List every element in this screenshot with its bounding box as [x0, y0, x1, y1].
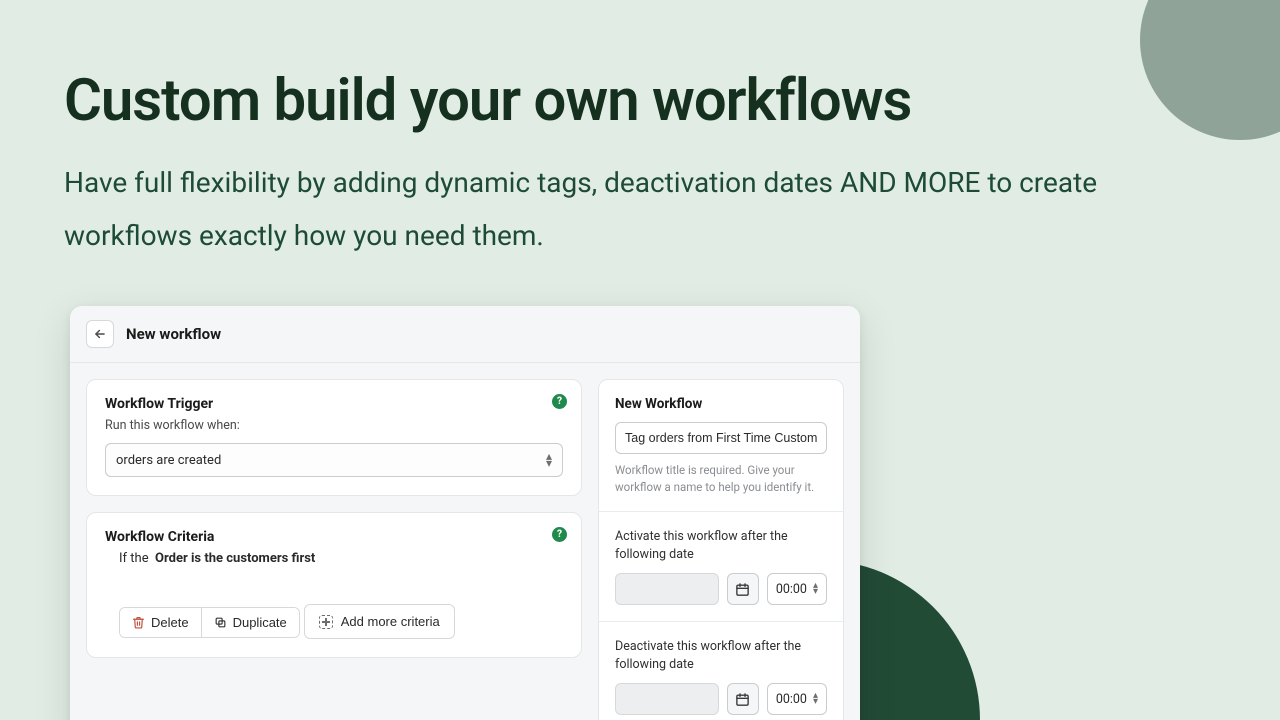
workflow-title-input[interactable] — [615, 422, 827, 454]
side-title-section: New Workflow Workflow title is required.… — [599, 380, 843, 511]
app-header: New workflow — [70, 306, 860, 363]
side-panel: New Workflow Workflow title is required.… — [598, 379, 844, 720]
workflow-title-hint: Workflow title is required. Give your wo… — [615, 462, 827, 495]
deactivate-date-input[interactable] — [615, 683, 719, 715]
delete-label: Delete — [151, 615, 189, 630]
delete-criteria-button[interactable]: Delete — [120, 608, 201, 637]
workflow-criteria-panel: ? Workflow Criteria If the Order is the … — [86, 512, 582, 658]
add-criteria-label: Add more criteria — [341, 614, 440, 629]
activate-label: Activate this workflow after the followi… — [615, 528, 827, 563]
calendar-icon — [735, 692, 750, 707]
calendar-icon — [735, 582, 750, 597]
help-icon[interactable]: ? — [552, 394, 567, 409]
deactivate-time-value: 00:00 — [776, 692, 807, 707]
trigger-select-value: orders are created — [116, 453, 221, 468]
deactivate-calendar-button[interactable] — [727, 683, 759, 715]
trigger-select[interactable]: orders are created ▴▾ — [105, 443, 563, 477]
criteria-condition-row: If the Order is the customers first — [119, 551, 563, 566]
arrow-left-icon — [93, 327, 107, 341]
add-criteria-button[interactable]: Add more criteria — [304, 604, 455, 639]
help-icon[interactable]: ? — [552, 527, 567, 542]
select-stepper-icon: ▴▾ — [546, 453, 552, 467]
activate-calendar-button[interactable] — [727, 573, 759, 605]
criteria-heading: Workflow Criteria — [105, 529, 563, 545]
add-box-icon — [319, 615, 333, 629]
back-button[interactable] — [86, 320, 114, 348]
criteria-actions: Delete Duplicate — [119, 607, 300, 638]
workflow-trigger-panel: ? Workflow Trigger Run this workflow whe… — [86, 379, 582, 496]
criteria-condition: Order is the customers first — [155, 551, 315, 566]
duplicate-icon — [214, 616, 227, 629]
trigger-sublabel: Run this workflow when: — [105, 418, 563, 433]
side-activate-section: Activate this workflow after the followi… — [599, 511, 843, 621]
activate-time-input[interactable]: 00:00 ▴▾ — [767, 573, 827, 605]
stepper-icon: ▴▾ — [813, 693, 818, 705]
hero-subtitle: Have full flexibility by adding dynamic … — [64, 156, 1144, 262]
activate-date-input[interactable] — [615, 573, 719, 605]
page-title: New workflow — [126, 325, 221, 343]
deactivate-label: Deactivate this workflow after the follo… — [615, 638, 827, 673]
duplicate-criteria-button[interactable]: Duplicate — [201, 608, 299, 637]
criteria-prefix: If the — [119, 551, 149, 566]
trash-icon — [132, 616, 145, 629]
side-deactivate-section: Deactivate this workflow after the follo… — [599, 621, 843, 720]
side-heading: New Workflow — [615, 396, 827, 412]
deactivate-time-input[interactable]: 00:00 ▴▾ — [767, 683, 827, 715]
workflow-editor-card: New workflow ? Workflow Trigger Run this… — [70, 306, 860, 720]
activate-time-value: 00:00 — [776, 582, 807, 597]
stepper-icon: ▴▾ — [813, 583, 818, 595]
duplicate-label: Duplicate — [233, 615, 287, 630]
trigger-heading: Workflow Trigger — [105, 396, 563, 412]
hero-title: Custom build your own workflows — [64, 70, 1180, 134]
